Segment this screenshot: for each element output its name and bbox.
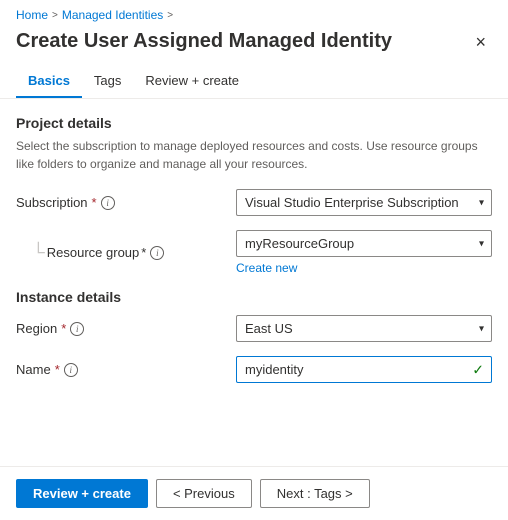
page-header: Create User Assigned Managed Identity × — [0, 26, 508, 65]
rg-label-wrapper: └ Resource group * i — [16, 245, 164, 260]
breadcrumb-managed-identities[interactable]: Managed Identities — [62, 8, 163, 22]
name-info-icon[interactable]: i — [64, 363, 78, 377]
review-create-button[interactable]: Review + create — [16, 479, 148, 508]
name-label: Name * i — [16, 362, 236, 377]
subscription-row: Subscription * i Visual Studio Enterpris… — [16, 189, 492, 216]
resource-group-label: Resource group — [47, 245, 140, 260]
previous-button[interactable]: < Previous — [156, 479, 252, 508]
subscription-info-icon[interactable]: i — [101, 196, 115, 210]
name-control: ✓ — [236, 356, 492, 383]
next-button[interactable]: Next : Tags > — [260, 479, 370, 508]
page-title: Create User Assigned Managed Identity — [16, 30, 392, 53]
breadcrumb: Home > Managed Identities > — [0, 0, 508, 26]
rg-info-icon[interactable]: i — [150, 246, 164, 260]
subscription-label: Subscription * i — [16, 195, 236, 210]
close-button[interactable]: × — [469, 31, 492, 53]
breadcrumb-sep1: > — [52, 10, 58, 21]
subscription-required: * — [92, 195, 97, 210]
form-content: Project details Select the subscription … — [0, 99, 508, 383]
tab-bar: Basics Tags Review + create — [0, 65, 508, 99]
name-input-wrapper: ✓ — [236, 356, 492, 383]
name-check-icon: ✓ — [472, 361, 484, 378]
resource-group-row: └ Resource group * i myResourceGroup ▾ C… — [16, 230, 492, 275]
tab-tags[interactable]: Tags — [82, 65, 133, 98]
region-required: * — [61, 321, 66, 336]
project-details-title: Project details — [16, 115, 492, 131]
region-label: Region * i — [16, 321, 236, 336]
breadcrumb-sep2: > — [167, 10, 173, 21]
instance-details-title: Instance details — [16, 289, 492, 305]
subscription-control: Visual Studio Enterprise Subscription ▾ — [236, 189, 492, 216]
create-new-link[interactable]: Create new — [236, 261, 492, 275]
breadcrumb-home[interactable]: Home — [16, 8, 48, 22]
region-dropdown-wrapper: East US ▾ — [236, 315, 492, 342]
rg-required: * — [141, 245, 146, 260]
region-row: Region * i East US ▾ — [16, 315, 492, 342]
instance-section: Instance details — [16, 289, 492, 305]
region-info-icon[interactable]: i — [70, 322, 84, 336]
rg-dropdown-wrapper: myResourceGroup ▾ — [236, 230, 492, 257]
subscription-dropdown[interactable]: Visual Studio Enterprise Subscription — [236, 189, 492, 216]
rg-tree-icon: └ — [32, 245, 45, 259]
name-required: * — [55, 362, 60, 377]
name-row: Name * i ✓ — [16, 356, 492, 383]
rg-control: myResourceGroup ▾ Create new — [236, 230, 492, 275]
region-control: East US ▾ — [236, 315, 492, 342]
tab-review-create[interactable]: Review + create — [133, 65, 251, 98]
region-dropdown[interactable]: East US — [236, 315, 492, 342]
project-details-desc: Select the subscription to manage deploy… — [16, 137, 492, 173]
subscription-dropdown-wrapper: Visual Studio Enterprise Subscription ▾ — [236, 189, 492, 216]
footer: Review + create < Previous Next : Tags > — [0, 466, 508, 520]
resource-group-dropdown[interactable]: myResourceGroup — [236, 230, 492, 257]
resource-group-label-col: └ Resource group * i — [16, 245, 236, 260]
name-input[interactable] — [236, 356, 492, 383]
tab-basics[interactable]: Basics — [16, 65, 82, 98]
